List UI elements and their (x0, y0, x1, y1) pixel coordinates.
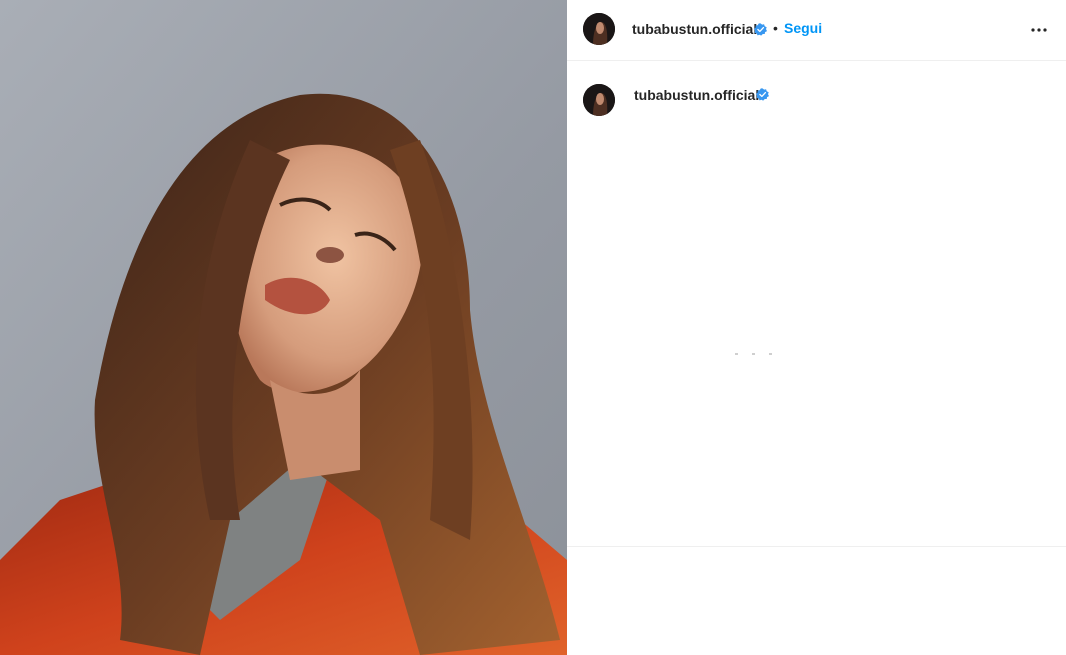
caption-row: tubabustun.official (567, 78, 1066, 122)
loading-indicator (735, 353, 772, 355)
caption-avatar[interactable] (583, 84, 615, 116)
profile-avatar-icon (583, 13, 615, 45)
header-separator: • (773, 20, 778, 36)
portrait-photo (0, 0, 567, 655)
comments-area (567, 122, 1066, 546)
post-photo[interactable] (0, 0, 567, 655)
post-footer (567, 547, 1066, 655)
caption-username[interactable]: tubabustun.official (634, 87, 759, 103)
more-horizontal-icon (1031, 28, 1047, 32)
verified-badge-icon (754, 23, 767, 36)
post-side-panel: tubabustun.official • Segui tubabustun.o… (567, 0, 1066, 655)
author-avatar[interactable] (583, 13, 615, 45)
post-dialog: tubabustun.official • Segui tubabustun.o… (0, 0, 1066, 655)
post-header: tubabustun.official • Segui (567, 0, 1066, 61)
profile-avatar-icon (583, 84, 615, 116)
verified-badge-icon (756, 88, 769, 101)
author-username[interactable]: tubabustun.official (632, 21, 757, 37)
more-options-button[interactable] (1027, 20, 1051, 40)
follow-button[interactable]: Segui (784, 20, 822, 36)
